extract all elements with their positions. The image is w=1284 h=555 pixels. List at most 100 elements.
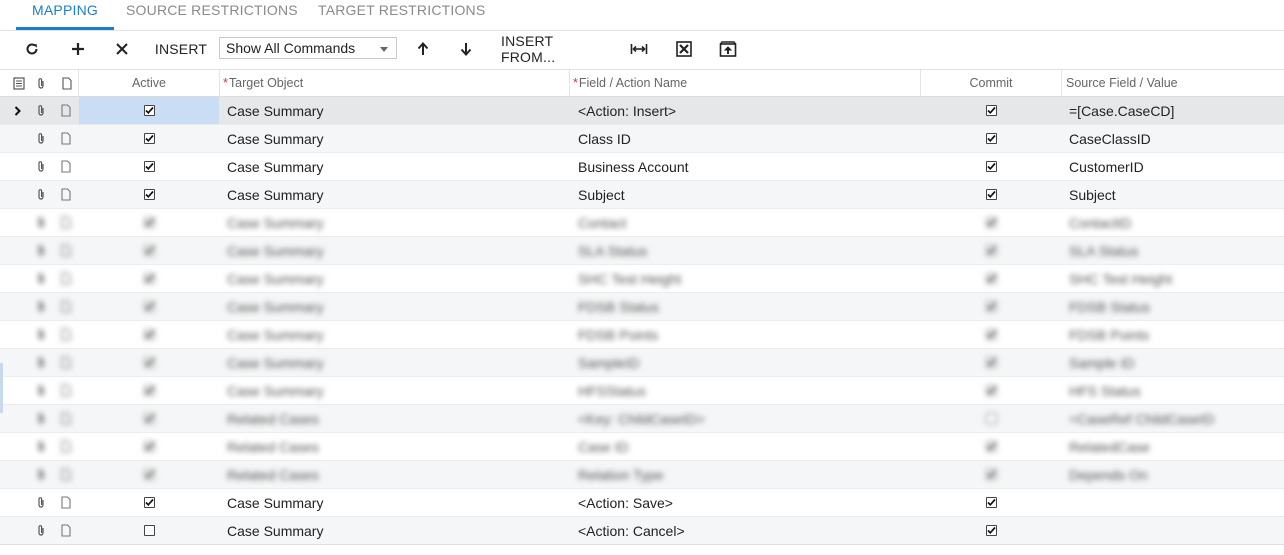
column-header-field-action[interactable]: * Field / Action Name [573,70,918,96]
target-object-cell[interactable]: Related Cases [227,433,565,460]
file-cell[interactable] [59,153,73,180]
commit-checkbox-cell[interactable] [921,209,1061,236]
target-object-cell[interactable]: Case Summary [227,209,565,236]
field-action-cell[interactable]: HFSStatus [578,377,916,404]
refresh-button[interactable] [20,30,44,68]
active-checkbox-cell[interactable] [79,125,219,152]
table-row[interactable]: Case Summary HFSStatus HFS Status [0,377,1284,405]
file-cell[interactable] [59,489,73,516]
file-cell[interactable] [59,97,73,124]
active-checkbox-cell[interactable] [79,405,219,432]
commit-checkbox-cell[interactable] [921,181,1061,208]
commit-checkbox[interactable] [985,357,997,368]
table-row[interactable]: Case Summary Business Account CustomerID [0,153,1284,181]
active-checkbox-cell[interactable] [79,461,219,488]
commit-checkbox[interactable] [985,469,997,480]
commit-checkbox-cell[interactable] [921,237,1061,264]
file-cell[interactable] [59,461,73,488]
active-checkbox[interactable] [143,105,155,116]
active-checkbox[interactable] [143,273,155,284]
commit-checkbox[interactable] [985,413,997,424]
row-selector-header[interactable] [10,70,28,96]
command-filter-select[interactable]: Show All Commands [219,37,397,59]
source-field-cell[interactable]: Sample ID [1069,349,1281,376]
field-action-cell[interactable]: Case ID [578,433,916,460]
attachment-cell[interactable] [34,237,48,264]
active-checkbox[interactable] [143,357,155,368]
attachment-cell[interactable] [34,405,48,432]
source-field-cell[interactable] [1069,489,1281,516]
target-object-cell[interactable]: Case Summary [227,125,565,152]
commit-checkbox-cell[interactable] [921,517,1061,544]
source-field-cell[interactable]: FDSB Points [1069,321,1281,348]
field-action-cell[interactable]: <Action: Insert> [578,97,916,124]
file-cell[interactable] [59,321,73,348]
column-header-target-object[interactable]: * Target Object [223,70,568,96]
table-row[interactable]: Related Cases Case ID RelatedCase [0,433,1284,461]
source-field-cell[interactable]: CustomerID [1069,153,1281,180]
target-object-cell[interactable]: Case Summary [227,97,565,124]
table-row[interactable]: Case Summary SLA Status SLA Status [0,237,1284,265]
active-checkbox[interactable] [143,329,155,340]
active-checkbox-cell[interactable] [79,321,219,348]
field-action-cell[interactable]: Business Account [578,153,916,180]
insert-from-button[interactable]: INSERT FROM... [501,30,605,68]
target-object-cell[interactable]: Case Summary [227,237,565,264]
active-checkbox-cell[interactable] [79,349,219,376]
source-field-cell[interactable]: CaseClassID [1069,125,1281,152]
source-field-cell[interactable]: RelatedCase [1069,433,1281,460]
commit-checkbox[interactable] [985,441,997,452]
attachment-cell[interactable] [34,489,48,516]
file-cell[interactable] [59,377,73,404]
column-header-active[interactable]: Active [79,70,219,96]
table-row[interactable]: Case Summary SampleID Sample ID [0,349,1284,377]
active-checkbox[interactable] [143,525,155,536]
active-checkbox-cell[interactable] [79,97,219,124]
delete-row-button[interactable] [110,30,134,68]
attachment-cell[interactable] [34,517,48,544]
table-row[interactable]: Case Summary <Action: Cancel> [0,517,1284,545]
table-row[interactable]: Case Summary FDSB Status FDSB Status [0,293,1284,321]
file-cell[interactable] [59,125,73,152]
commit-checkbox-cell[interactable] [921,153,1061,180]
target-object-cell[interactable]: Case Summary [227,153,565,180]
source-field-cell[interactable]: SHC Test Height [1069,265,1281,292]
source-field-cell[interactable] [1069,517,1281,544]
active-checkbox-cell[interactable] [79,181,219,208]
file-cell[interactable] [59,237,73,264]
attachment-cell[interactable] [34,349,48,376]
active-checkbox-cell[interactable] [79,293,219,320]
file-cell[interactable] [59,265,73,292]
active-checkbox-cell[interactable] [79,433,219,460]
attachment-cell[interactable] [34,293,48,320]
target-object-cell[interactable]: Related Cases [227,405,565,432]
fit-columns-button[interactable] [628,30,650,68]
table-row[interactable]: Case Summary SHC Test Height SHC Test Heig… [0,265,1284,293]
active-checkbox[interactable] [143,301,155,312]
field-action-cell[interactable]: <Action: Cancel> [578,517,916,544]
field-action-cell[interactable]: <Key: ChildCaseID> [578,405,916,432]
target-object-cell[interactable]: Case Summary [227,293,565,320]
commit-checkbox-cell[interactable] [921,265,1061,292]
field-action-cell[interactable]: Relation Type [578,461,916,488]
attachment-cell[interactable] [34,265,48,292]
attachment-cell[interactable] [34,377,48,404]
commit-checkbox[interactable] [985,385,997,396]
field-action-cell[interactable]: <Action: Save> [578,489,916,516]
move-down-button[interactable] [455,30,477,68]
table-row[interactable]: Case Summary <Action: Save> [0,489,1284,517]
file-cell[interactable] [59,433,73,460]
attachment-cell[interactable] [34,209,48,236]
source-field-cell[interactable]: ContactID [1069,209,1281,236]
move-up-button[interactable] [412,30,434,68]
tab-target-restrictions[interactable]: TARGET RESTRICTIONS [318,0,485,30]
field-action-cell[interactable]: SampleID [578,349,916,376]
commit-checkbox-cell[interactable] [921,293,1061,320]
file-cell[interactable] [59,181,73,208]
file-cell[interactable] [59,405,73,432]
active-checkbox[interactable] [143,441,155,452]
source-field-cell[interactable]: HFS Status [1069,377,1281,404]
commit-checkbox-cell[interactable] [921,377,1061,404]
field-action-cell[interactable]: Contact [578,209,916,236]
source-field-cell[interactable]: =[Case.CaseCD] [1069,97,1281,124]
